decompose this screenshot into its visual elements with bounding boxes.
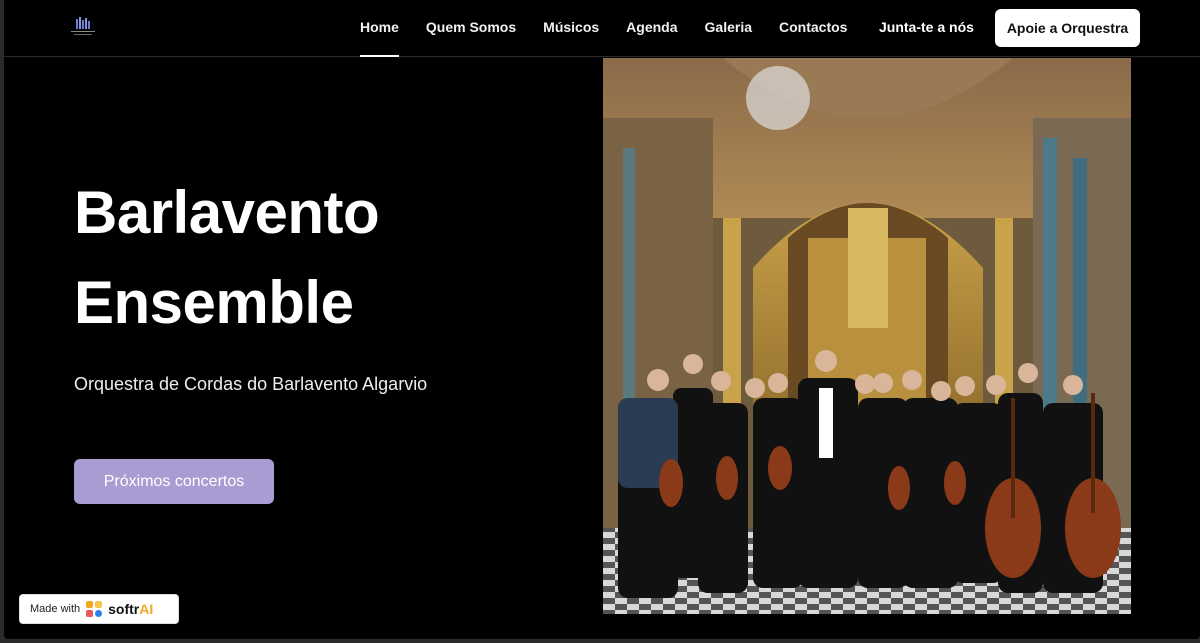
page-frame: Home Quem Somos Músicos Agenda Galeria C…	[4, 0, 1200, 639]
nav-item-musicos[interactable]: Músicos	[543, 0, 599, 57]
nav-item-galeria[interactable]: Galeria	[705, 0, 752, 57]
badge-made-with-label: Made with	[30, 603, 81, 615]
upcoming-concerts-button[interactable]: Próximos concertos	[74, 459, 274, 504]
badge-brand: softr	[108, 601, 140, 617]
orchestra-photo	[603, 58, 1131, 614]
badge-brand-ai: AI	[139, 601, 154, 617]
main-nav: Home Quem Somos Músicos Agenda Galeria C…	[360, 0, 874, 57]
nav-item-quem-somos[interactable]: Quem Somos	[426, 0, 516, 57]
hero-subtitle: Orquestra de Cordas do Barlavento Algarv…	[74, 374, 428, 394]
hero-title: Barlavento Ensemble	[74, 168, 554, 348]
hero-title-line1: Barlavento	[74, 179, 380, 246]
hero-title-line2: Ensemble	[74, 269, 354, 336]
softr-logo-icon	[86, 601, 103, 617]
site-header: Home Quem Somos Músicos Agenda Galeria C…	[4, 0, 1200, 57]
support-orchestra-button[interactable]: Apoie a Orquestra	[995, 9, 1140, 47]
join-link[interactable]: Junta-te a nós	[879, 0, 974, 57]
orchestra-logo-icon[interactable]	[68, 15, 98, 37]
nav-item-home[interactable]: Home	[360, 0, 399, 57]
nav-item-agenda[interactable]: Agenda	[626, 0, 677, 57]
nav-item-contactos[interactable]: Contactos	[779, 0, 847, 57]
made-with-softr-badge[interactable]: Made with softr AI	[19, 594, 179, 624]
